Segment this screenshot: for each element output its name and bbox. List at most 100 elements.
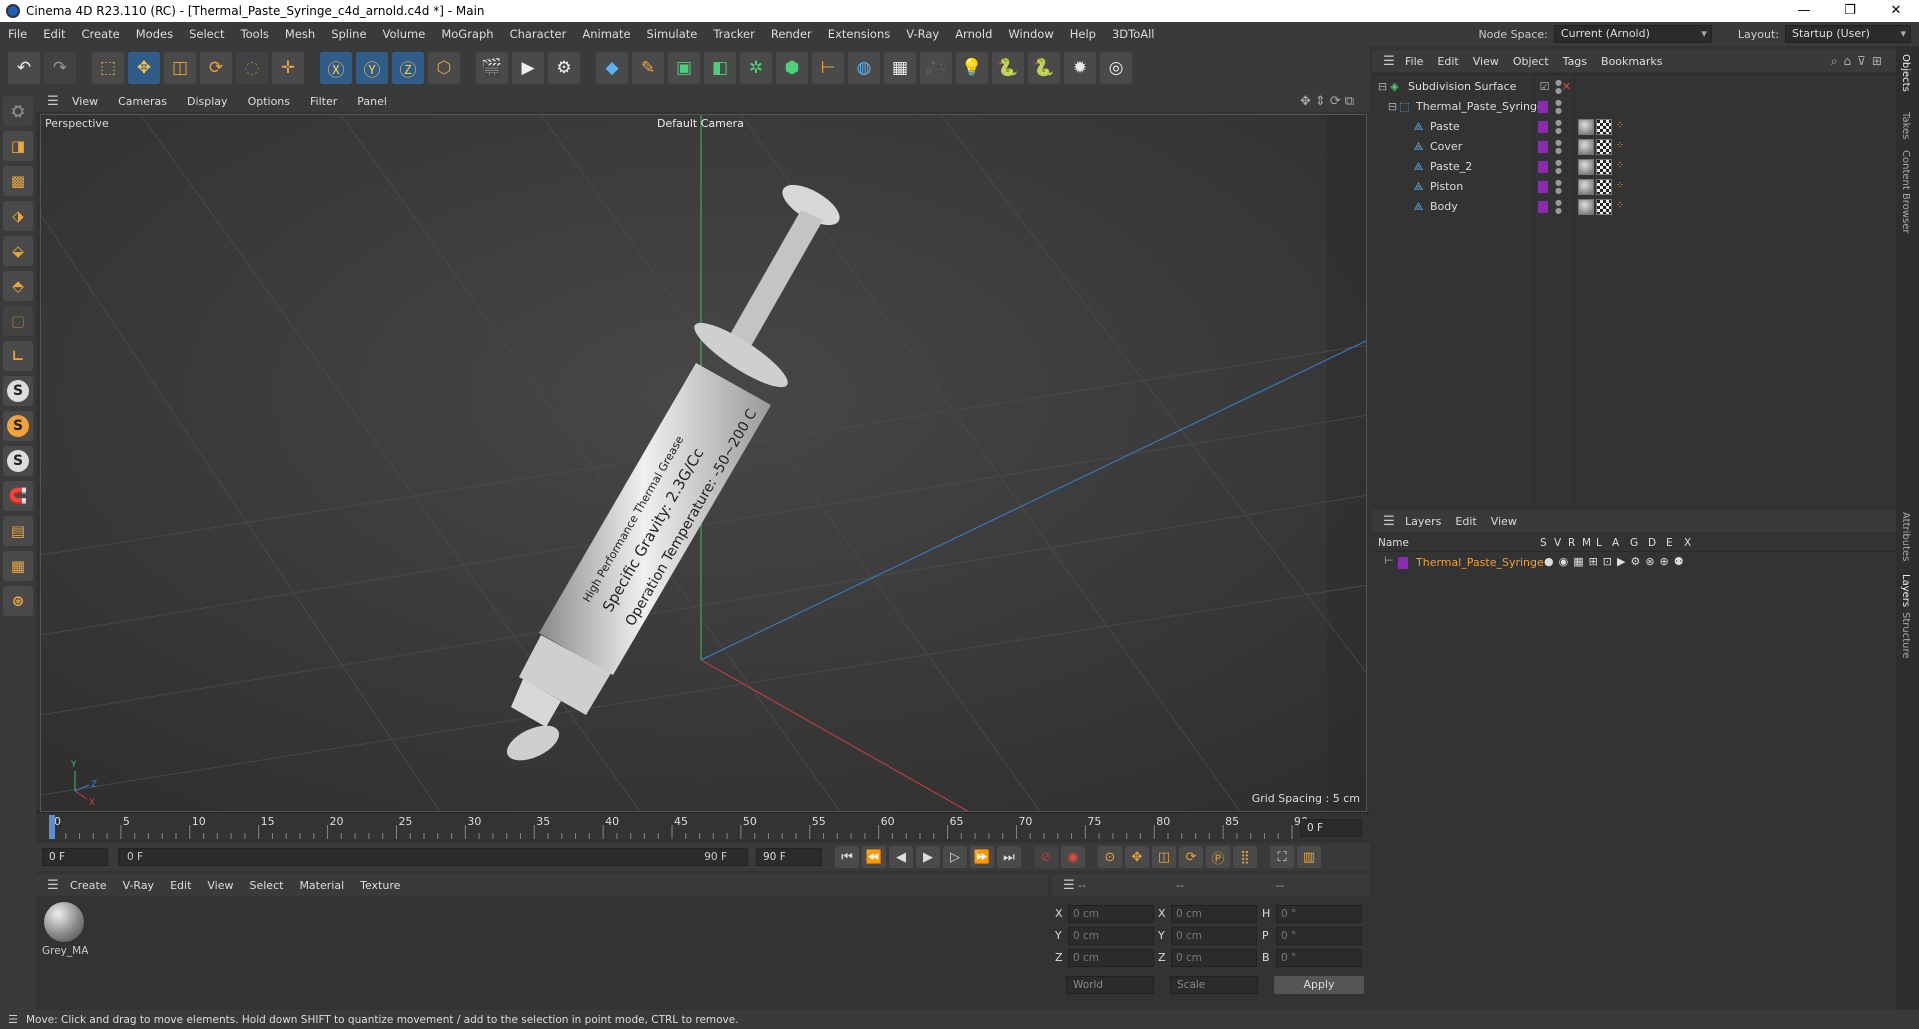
scale-mode-dropdown[interactable]: Scale [1170,976,1258,994]
layer-menu-view[interactable]: View [1484,515,1524,528]
end-frame-field[interactable]: 90 F [756,848,822,866]
subdivision-generator-icon[interactable]: ▣ [668,52,700,84]
x-axis-lock-icon[interactable]: Ⓧ [320,52,352,84]
points-mode-icon[interactable]: ⬗ [3,201,33,231]
material-tag-icon[interactable]: ⁘ [1616,180,1624,191]
go-to-end-icon[interactable]: ⏭ [997,846,1021,868]
object-row-cover[interactable]: ⟁ Cover ● ● ⁘ [1372,137,1896,157]
polygons-mode-icon[interactable]: ⬘ [3,271,33,301]
texture-tag-icon[interactable] [1596,159,1612,175]
texture-tag-icon[interactable] [1596,179,1612,195]
menu-volume[interactable]: Volume [375,22,434,46]
side-tab-layers[interactable]: Layers [1900,574,1911,607]
layer-hamburger-icon[interactable]: ☰ [1380,514,1398,529]
snap-settings-icon[interactable]: S [3,411,33,441]
previous-key-icon[interactable]: ⏪ [862,846,886,868]
coordinate-system-icon[interactable]: ⬡ [428,52,460,84]
menu-edit[interactable]: Edit [35,22,73,46]
size-z-field[interactable]: 0 cm [1171,949,1257,967]
visibility-dots-icon[interactable]: ● ● [1555,199,1562,215]
point-level-key-icon[interactable]: ⣿ [1233,846,1257,868]
timeline-ruler[interactable]: 051015202530354045505560657075808590 0 F [36,812,1370,842]
menu-select[interactable]: Select [181,22,232,46]
deformer-icon[interactable]: ⊢ [812,52,844,84]
uv-mode-icon[interactable]: ▢ [3,306,33,336]
layer-col-g[interactable]: G [1630,537,1638,549]
position-y-field[interactable]: 0 cm [1068,927,1154,945]
material-menu-edit[interactable]: Edit [162,879,199,892]
side-tab-objects[interactable]: Objects [1900,54,1911,92]
viewport-menu-view[interactable]: View [62,95,108,108]
play-icon[interactable]: ▶ [916,846,940,868]
menu-vray[interactable]: V-Ray [898,22,947,46]
render-view-icon[interactable]: ▶ [512,52,544,84]
live-selection-icon[interactable]: ⬚ [92,52,124,84]
rotation-h-field[interactable]: 0 ° [1276,905,1362,923]
object-menu-object[interactable]: Object [1506,55,1556,68]
extrude-generator-icon[interactable]: ◧ [704,52,736,84]
layer-col-l[interactable]: L [1596,537,1602,549]
phong-tag-icon[interactable] [1578,119,1594,135]
menu-create[interactable]: Create [74,22,128,46]
grid-plane-icon[interactable]: ▤ [3,516,33,546]
layer-col-x[interactable]: X [1684,537,1691,549]
edit-check-icon[interactable]: ☑ [1538,80,1551,93]
python-script-icon[interactable]: 🐍 [992,52,1024,84]
material-menu-texture[interactable]: Texture [352,879,408,892]
material-menu-create[interactable]: Create [62,879,115,892]
layer-flag-icons[interactable]: ●◉▦⊞⊡▶⚙⊗⊕⚉ [1544,555,1689,568]
texture-tag-icon[interactable] [1596,119,1612,135]
parameter-key-icon[interactable]: Ⓟ [1206,846,1230,868]
side-tab-content-browser[interactable]: Content Browser [1900,150,1911,233]
position-x-field[interactable]: 0 cm [1068,905,1154,923]
rotation-b-field[interactable]: 0 ° [1276,949,1362,967]
material-tag-icon[interactable]: ⁘ [1616,120,1624,131]
minimize-button[interactable]: — [1781,0,1827,22]
material-item[interactable]: Grey_MA [42,902,88,957]
object-menu-edit[interactable]: Edit [1430,55,1465,68]
close-button[interactable]: ✕ [1873,0,1919,22]
snap-mode-icon[interactable]: S [3,446,33,476]
object-row-body[interactable]: ⟁ Body ● ● ⁘ [1372,197,1896,217]
layer-menu-layers[interactable]: Layers [1398,515,1448,528]
visibility-dots-icon[interactable]: ● ● [1555,99,1562,115]
layer-row[interactable]: ⊢ Thermal_Paste_Syringe ●◉▦⊞⊡▶⚙⊗⊕⚉ [1372,554,1896,572]
size-x-field[interactable]: 0 cm [1171,905,1257,923]
object-menu-view[interactable]: View [1466,55,1506,68]
layer-color-swatch[interactable] [1538,141,1548,153]
axis-tool-icon[interactable]: ✛ [272,52,304,84]
menu-3dtoall[interactable]: 3DToAll [1104,22,1163,46]
current-frame-field[interactable]: 0 F [1300,819,1362,837]
field-icon[interactable]: ◍ [848,52,880,84]
size-y-field[interactable]: 0 cm [1171,927,1257,945]
menu-character[interactable]: Character [502,22,575,46]
menu-arnold[interactable]: Arnold [947,22,1000,46]
layer-col-r[interactable]: R [1568,537,1575,549]
coordinate-space-dropdown[interactable]: World [1066,976,1154,994]
menu-modes[interactable]: Modes [128,22,181,46]
maximize-button[interactable]: ❐ [1827,0,1873,22]
redo-icon[interactable]: ↷ [44,52,76,84]
object-row-thermal-paste-syringe[interactable]: ⊟ ⬚ Thermal_Paste_Syringe ● ● [1372,97,1896,117]
3d-viewport[interactable]: High Performance Thermal Grease Specific… [40,114,1367,812]
menu-animate[interactable]: Animate [574,22,638,46]
side-tab-attributes[interactable]: Attributes [1900,512,1911,561]
material-menu-vray[interactable]: V-Ray [115,879,163,892]
floor-icon[interactable]: ▦ [884,52,916,84]
object-hamburger-icon[interactable]: ☰ [1380,54,1398,69]
layer-col-a[interactable]: A [1612,537,1619,549]
camera-label[interactable]: Default Camera [657,117,744,130]
arnold-sky-icon[interactable]: ◎ [1100,52,1132,84]
material-hamburger-icon[interactable]: ☰ [44,878,62,893]
move-tool-icon[interactable]: ✥ [128,52,160,84]
viewport-menu-panel[interactable]: Panel [347,95,397,108]
viewport-menu-options[interactable]: Options [238,95,300,108]
object-row-subdivision-surface[interactable]: ⊟ ◈ Subdivision Surface ☑ ● ● ✕ [1372,77,1896,97]
record-active-icon[interactable]: ⊘ [1034,846,1058,868]
cube-primitive-icon[interactable]: ◆ [596,52,628,84]
edges-mode-icon[interactable]: ⬙ [3,236,33,266]
viewport-nav-icons[interactable]: ✥⇕⟳⧉ [1300,94,1358,109]
status-hamburger-icon[interactable]: ☰ [0,1013,26,1026]
previous-frame-icon[interactable]: ◀ [889,846,913,868]
disable-x-icon[interactable]: ✕ [1560,80,1573,93]
